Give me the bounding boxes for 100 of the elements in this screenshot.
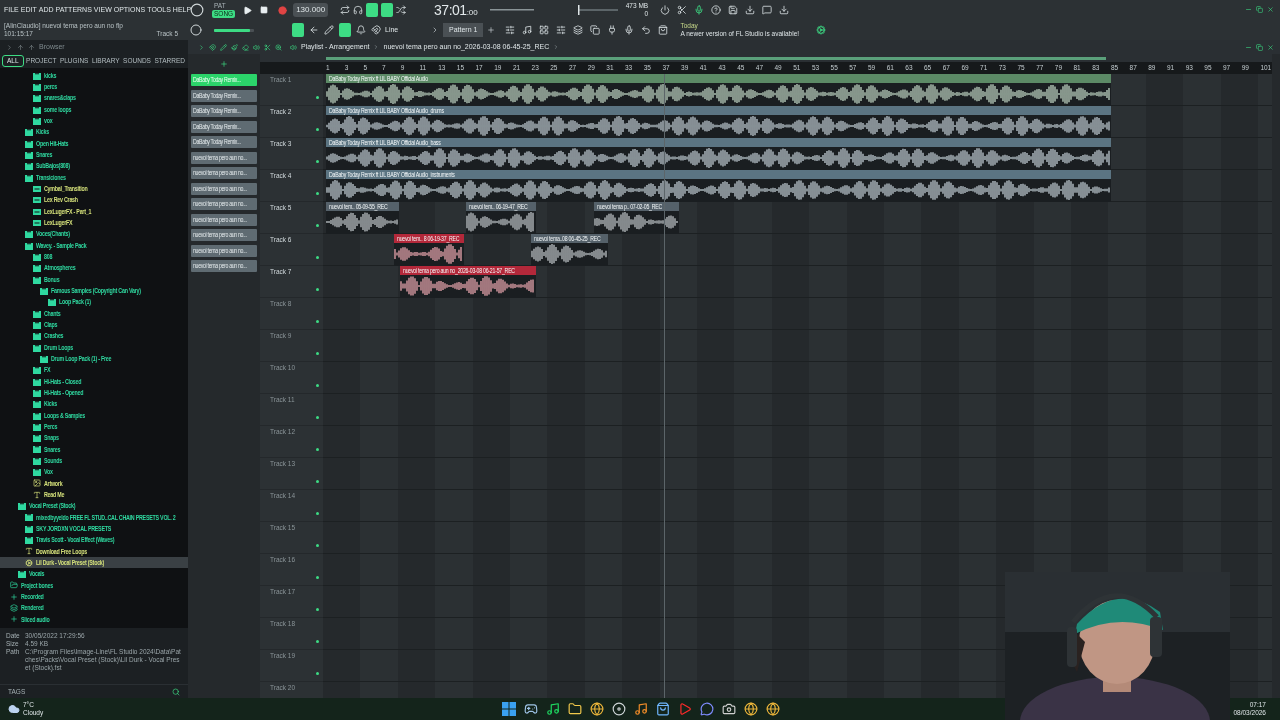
- scissors-icon[interactable]: [264, 43, 271, 51]
- mute-led[interactable]: [316, 96, 319, 99]
- mute-led[interactable]: [316, 608, 319, 611]
- mixer-icon[interactable]: [505, 25, 516, 35]
- search-icon[interactable]: [172, 687, 180, 696]
- tempo-display[interactable]: 130.000: [293, 3, 329, 17]
- mute-led[interactable]: [316, 672, 319, 675]
- restore-icon[interactable]: [1256, 6, 1263, 13]
- download-icon[interactable]: [745, 5, 756, 15]
- stop-button[interactable]: [260, 6, 269, 14]
- camera-icon[interactable]: [722, 702, 736, 716]
- chevron-icon: [373, 44, 380, 50]
- power-icon[interactable]: [660, 5, 671, 15]
- scissors-icon[interactable]: [677, 5, 688, 15]
- file-icon[interactable]: [590, 25, 601, 35]
- headphones-icon[interactable]: [353, 5, 364, 15]
- cart-icon[interactable]: [658, 25, 669, 35]
- mute-led[interactable]: [316, 320, 319, 323]
- eraser-icon[interactable]: [242, 43, 249, 51]
- folder-icon[interactable]: [568, 702, 582, 716]
- mute-led[interactable]: [316, 384, 319, 387]
- record-button[interactable]: [278, 5, 288, 15]
- chevron-icon[interactable]: [431, 26, 439, 34]
- mute-led[interactable]: [316, 448, 319, 451]
- pencil-icon[interactable]: [220, 43, 227, 51]
- mute-led[interactable]: [316, 416, 319, 419]
- gamepad-icon[interactable]: [524, 702, 538, 716]
- play-icon[interactable]: [678, 702, 692, 716]
- zoom-icon[interactable]: [275, 43, 282, 51]
- master-knob[interactable]: [190, 3, 204, 17]
- mute-led[interactable]: [316, 128, 319, 131]
- mute-led[interactable]: [316, 544, 319, 547]
- channel-rack-icon[interactable]: [539, 25, 550, 35]
- help-icon[interactable]: [711, 5, 722, 15]
- mute-led[interactable]: [316, 576, 319, 579]
- close-icon[interactable]: [1267, 6, 1274, 13]
- music-icon[interactable]: [634, 702, 648, 716]
- mute-led[interactable]: [316, 352, 319, 355]
- mute-led[interactable]: [316, 288, 319, 291]
- mute-led[interactable]: [316, 224, 319, 227]
- gear-icon: [25, 558, 33, 567]
- piano-roll-icon[interactable]: [522, 25, 533, 35]
- audio-file-icon: [32, 184, 41, 193]
- save-icon[interactable]: [728, 5, 739, 15]
- magnet-icon[interactable]: [371, 25, 381, 35]
- minimize-icon[interactable]: [1245, 6, 1252, 13]
- bell-icon[interactable]: [356, 25, 366, 35]
- gear-icon[interactable]: [816, 25, 827, 35]
- undo-icon[interactable]: [641, 25, 652, 35]
- globe-icon[interactable]: [590, 702, 604, 716]
- mic-icon[interactable]: [624, 25, 635, 35]
- sliders-icon[interactable]: [556, 25, 567, 35]
- playlist-toggle[interactable]: [292, 23, 304, 37]
- mic-icon[interactable]: [694, 5, 705, 15]
- music-icon[interactable]: [546, 702, 560, 716]
- mute-led[interactable]: [316, 640, 319, 643]
- up-arrow-icon[interactable]: [17, 43, 24, 51]
- pitch-knob[interactable]: [190, 24, 202, 36]
- brush-icon[interactable]: [231, 43, 238, 51]
- globe-icon[interactable]: [744, 702, 758, 716]
- download-icon[interactable]: [779, 5, 790, 15]
- cloud-icon: [8, 703, 20, 715]
- speaker-icon[interactable]: [253, 43, 260, 51]
- windows-icon[interactable]: [502, 702, 516, 716]
- metronome-toggle[interactable]: [366, 3, 379, 17]
- speaker-icon[interactable]: [290, 43, 297, 51]
- disc-icon[interactable]: [612, 702, 626, 716]
- layers-icon: [10, 604, 18, 613]
- overview-scrollbar[interactable]: [326, 56, 1106, 60]
- layers-icon[interactable]: [573, 25, 584, 35]
- arrow-icon[interactable]: [309, 25, 319, 35]
- text-file-icon: [32, 490, 41, 499]
- restore-icon[interactable]: [1256, 43, 1263, 51]
- time-ticks: :00: [466, 7, 478, 19]
- plugin-icon[interactable]: [607, 25, 618, 35]
- plus-icon[interactable]: [487, 26, 496, 34]
- expand-icon[interactable]: [198, 43, 205, 51]
- store-icon[interactable]: [656, 702, 670, 716]
- mute-led[interactable]: [316, 192, 319, 195]
- mute-led[interactable]: [316, 256, 319, 259]
- mute-led[interactable]: [316, 512, 319, 515]
- paint-toggle[interactable]: [339, 23, 351, 37]
- chat-icon[interactable]: [700, 702, 714, 716]
- mute-led[interactable]: [316, 480, 319, 483]
- loop-icon[interactable]: [340, 5, 351, 15]
- step-toggle[interactable]: [381, 3, 394, 17]
- image-icon: [32, 479, 41, 488]
- close-icon[interactable]: [1267, 43, 1274, 51]
- pencil-icon[interactable]: [324, 25, 334, 35]
- magnet-icon[interactable]: [209, 43, 216, 51]
- add-icon[interactable]: [220, 60, 228, 68]
- mute-led[interactable]: [316, 160, 319, 163]
- play-button[interactable]: [243, 5, 253, 15]
- volume-slider-fill[interactable]: [214, 28, 250, 32]
- audio-file-icon: [32, 196, 41, 205]
- plus-icon: [10, 615, 18, 624]
- globe-icon[interactable]: [766, 702, 780, 716]
- shuffle-icon[interactable]: [396, 5, 407, 15]
- up-arrow-icon[interactable]: [28, 43, 35, 51]
- scrollbar-track[interactable]: [1272, 54, 1280, 698]
